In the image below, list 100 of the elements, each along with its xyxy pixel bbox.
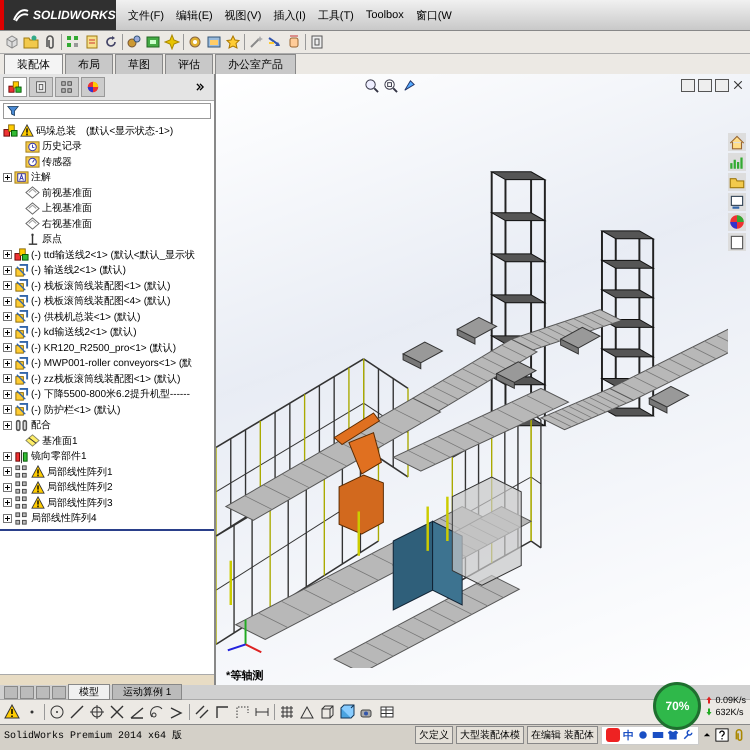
tree-item[interactable]: 原点 (42, 232, 62, 246)
tree-item[interactable]: (-) 下降5500-800米6.2提升机型------ (31, 387, 190, 402)
expand-toggle[interactable] (3, 296, 12, 306)
expand-toggle[interactable] (3, 172, 12, 182)
expand-toggle[interactable] (3, 374, 12, 384)
keyboard-icon[interactable] (652, 729, 664, 741)
home-icon[interactable] (728, 133, 746, 151)
tile-button[interactable] (681, 79, 695, 92)
expand-toggle[interactable] (3, 266, 12, 275)
tree-item[interactable]: (-) kd输送线2<1> (默认) (31, 325, 137, 340)
tree-item[interactable]: (-) MWP001-roller conveyors<1> (默 (31, 356, 192, 370)
sheet-icon[interactable] (309, 34, 325, 50)
tree-item[interactable]: (-) 防护栏<1> (默认) (31, 402, 120, 417)
filter-field[interactable] (3, 103, 211, 119)
menu-item[interactable]: 编辑(E) (172, 6, 217, 24)
box-outline-icon[interactable] (319, 704, 335, 720)
horizontal-scrollbar[interactable] (0, 674, 214, 685)
expand-toggle[interactable] (3, 482, 12, 492)
rotate-icon[interactable] (103, 34, 119, 50)
tree-item[interactable]: (-) KR120_R2500_pro<1> (默认) (31, 340, 176, 355)
clipboard-icon[interactable] (728, 233, 746, 251)
dotted-corner-icon[interactable] (234, 704, 250, 720)
tree-item[interactable]: 基准面1 (42, 434, 78, 448)
tree-item[interactable]: 传感器 (42, 154, 72, 169)
menu-item[interactable]: Toolbox (362, 7, 408, 23)
color-ball-icon[interactable] (728, 213, 746, 231)
restore-button[interactable] (715, 79, 729, 92)
menu-item[interactable]: 工具(T) (314, 6, 358, 24)
expand-toggle[interactable] (3, 514, 12, 523)
cube-icon[interactable] (4, 34, 20, 50)
wrench-icon[interactable] (682, 729, 694, 741)
library-icon[interactable] (728, 193, 746, 211)
target-icon[interactable] (89, 704, 105, 720)
tree-item[interactable]: 注解 (31, 170, 51, 184)
feature-tree-tab[interactable] (3, 77, 27, 97)
tree-item[interactable]: 历史记录 (42, 139, 82, 154)
zoom-fit-icon[interactable] (364, 78, 379, 93)
bottom-tab[interactable]: 运动算例 1 (112, 684, 182, 700)
expand-toggle[interactable] (3, 312, 12, 322)
configuration-tab[interactable] (55, 77, 79, 97)
command-tab[interactable]: 评估 (165, 54, 213, 74)
tree-item[interactable]: 镜向零部件1 (31, 449, 87, 464)
expand-toggle[interactable] (3, 328, 12, 337)
window-icon[interactable] (206, 34, 222, 50)
tree-item[interactable]: (-) zz栈板滚筒线装配图<1> (默认) (31, 372, 180, 386)
tree-item[interactable]: (-) 供栈机总装<1> (默认) (31, 310, 140, 324)
property-tab[interactable] (29, 77, 53, 97)
expand-toggle[interactable] (3, 390, 12, 399)
tree-item[interactable]: 前视基准面 (42, 186, 92, 200)
star-icon[interactable] (225, 34, 241, 50)
sparkle-icon[interactable] (164, 34, 180, 50)
tree-root[interactable]: 码垛总装 (36, 124, 76, 138)
zoom-area-icon[interactable] (383, 78, 398, 93)
tree-item[interactable]: (-) 栈板滚筒线装配图<4> (默认) (31, 294, 170, 308)
tree-item[interactable]: 局部线性阵列4 (31, 511, 97, 526)
menu-item[interactable]: 插入(I) (269, 6, 310, 24)
arc-icon[interactable] (149, 704, 165, 720)
shaded-cube-icon[interactable] (339, 704, 355, 720)
document-icon[interactable] (84, 34, 100, 50)
expand-toggle[interactable] (3, 358, 12, 368)
previous-view-icon[interactable] (402, 78, 417, 93)
close-icon[interactable] (732, 79, 744, 91)
expand-toggle[interactable] (3, 498, 12, 508)
tree-item[interactable]: (-) 输送线2<1> (默认) (31, 263, 126, 278)
folder-icon[interactable] (23, 34, 39, 50)
expand-toggle[interactable] (3, 420, 12, 430)
cross-icon[interactable] (109, 704, 125, 720)
line-icon[interactable] (69, 704, 85, 720)
hatch-icon[interactable] (279, 704, 295, 720)
tree-item[interactable]: (-) 栈板滚筒线装配图<1> (默认) (31, 278, 170, 293)
double-chevron-icon[interactable] (195, 82, 205, 92)
expand-toggle[interactable] (3, 452, 12, 461)
tree-item[interactable]: 配合 (31, 418, 51, 432)
expand-toggle[interactable] (3, 250, 12, 260)
command-tab[interactable]: 布局 (65, 54, 113, 74)
tree-item[interactable]: 局部线性阵列2 (47, 480, 113, 494)
corner-icon[interactable] (214, 704, 230, 720)
menu-item[interactable]: 文件(F) (124, 6, 168, 24)
tree-item[interactable]: 右视基准面 (42, 216, 92, 231)
wand-icon[interactable] (248, 34, 264, 50)
table-icon[interactable] (379, 704, 395, 720)
menu-item[interactable]: 视图(V) (220, 6, 266, 24)
warning-icon[interactable] (4, 704, 20, 720)
shirt-icon[interactable] (667, 729, 679, 741)
command-tab[interactable]: 办公室产品 (215, 54, 296, 74)
screen-icon[interactable] (145, 34, 161, 50)
command-tab[interactable]: 草图 (115, 54, 163, 74)
tree-item[interactable]: 上视基准面 (42, 201, 92, 216)
circle-icon[interactable] (49, 704, 65, 720)
tree-item[interactable]: 局部线性阵列3 (47, 496, 113, 510)
triangle-icon[interactable] (299, 704, 315, 720)
menu-item[interactable]: 窗口(W (412, 6, 456, 24)
tree-item[interactable]: 局部线性阵列1 (47, 464, 113, 479)
expand-toggle[interactable] (3, 343, 12, 352)
expand-toggle[interactable] (3, 281, 12, 290)
parallel-icon[interactable] (194, 704, 210, 720)
expand-toggle[interactable] (3, 467, 12, 476)
expand-toggle[interactable] (3, 405, 12, 414)
bottom-tab[interactable]: 模型 (68, 684, 110, 700)
command-tab[interactable]: 装配体 (4, 54, 63, 74)
